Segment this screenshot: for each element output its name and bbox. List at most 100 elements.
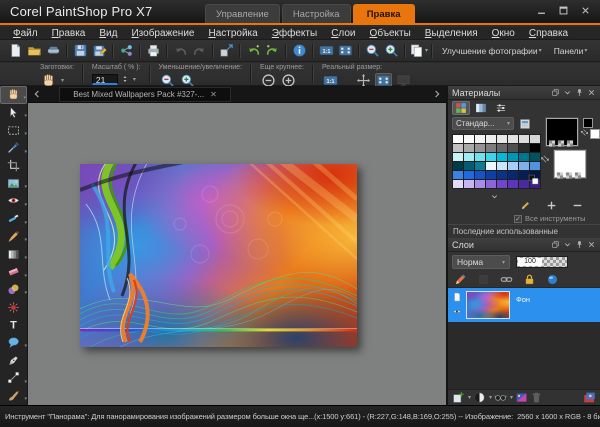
actual-size-button[interactable]: 1:1: [317, 42, 336, 60]
zoom-value-input[interactable]: 21: [91, 73, 118, 85]
swatch-5-0[interactable]: [453, 180, 463, 188]
chevron-down-icon[interactable]: ▾: [425, 47, 428, 54]
swatch-5-4[interactable]: [497, 180, 507, 188]
workspace-tab-Управление[interactable]: Управление: [205, 4, 280, 23]
chevron-down-icon[interactable]: ▾: [24, 273, 27, 279]
panel-restore-icon[interactable]: [551, 240, 560, 249]
chevron-down-icon[interactable]: ▾: [510, 394, 513, 401]
image-document[interactable]: [80, 164, 357, 347]
panel-close-icon[interactable]: [587, 240, 596, 249]
swatch-2-3[interactable]: [486, 153, 496, 161]
chevron-down-icon[interactable]: ▾: [133, 76, 136, 83]
menu-Окно[interactable]: Окно: [485, 27, 522, 40]
close-button[interactable]: [579, 5, 592, 16]
fg-pattern-button[interactable]: [566, 140, 574, 147]
panel-menu-icon[interactable]: [563, 88, 572, 97]
layer-styles-icon[interactable]: [583, 391, 596, 404]
swatch-category-select[interactable]: Стандар... ▾: [452, 117, 514, 130]
menu-Слои[interactable]: Слои: [324, 27, 362, 40]
swatch-1-7[interactable]: [530, 144, 540, 152]
tool-flood-fill[interactable]: ▾: [0, 245, 27, 263]
swatch-0-4[interactable]: [497, 135, 507, 143]
zoom-in-button[interactable]: [382, 42, 401, 60]
swatch-5-5[interactable]: [508, 180, 518, 188]
swatch-options-button[interactable]: [519, 118, 531, 130]
tool-crop[interactable]: [0, 157, 27, 175]
panel-restore-icon[interactable]: [551, 88, 560, 97]
script-undo-button[interactable]: [244, 42, 263, 60]
tool-text[interactable]: T: [0, 316, 27, 334]
more-swatches-icon[interactable]: [490, 192, 499, 201]
swatch-5-1[interactable]: [464, 180, 474, 188]
new-file-button[interactable]: [6, 42, 25, 60]
bg-pattern-button[interactable]: [574, 172, 582, 179]
bg-gradient-button[interactable]: [565, 172, 573, 179]
layer-effects-icon[interactable]: [546, 273, 559, 286]
chevron-down-icon[interactable]: ▾: [24, 379, 27, 385]
tool-pen[interactable]: [0, 351, 27, 369]
swatch-3-1[interactable]: [464, 162, 474, 170]
menu-Выделения[interactable]: Выделения: [418, 27, 485, 40]
edit-color-icon[interactable]: [520, 200, 531, 211]
swatch-1-6[interactable]: [519, 144, 529, 152]
link-layers-icon[interactable]: [500, 273, 513, 286]
workspace-tab-Настройка[interactable]: Настройка: [281, 4, 351, 23]
menu-Файл[interactable]: Файл: [6, 27, 45, 40]
swatch-2-5[interactable]: [508, 153, 518, 161]
swatch-1-2[interactable]: [475, 144, 485, 152]
swatch-1-5[interactable]: [508, 144, 518, 152]
chevron-down-icon[interactable]: ▾: [24, 343, 27, 349]
panel-menu-icon[interactable]: [563, 240, 572, 249]
swatch-0-6[interactable]: [519, 135, 529, 143]
sliders-tab[interactable]: [492, 101, 510, 115]
swatch-3-5[interactable]: [508, 162, 518, 170]
layer-thumbnail[interactable]: [466, 291, 510, 319]
recent-materials-section[interactable]: Последние использованные: [448, 224, 600, 238]
fg-gradient-button[interactable]: [557, 140, 565, 147]
chevron-down-icon[interactable]: ▾: [24, 237, 27, 243]
swatch-4-4[interactable]: [497, 171, 507, 179]
zoom-out-button[interactable]: [363, 42, 382, 60]
swatch-2-4[interactable]: [497, 153, 507, 161]
swatch-0-7[interactable]: [530, 135, 540, 143]
remove-swatch-icon[interactable]: [572, 200, 583, 211]
menu-Настройка[interactable]: Настройка: [201, 27, 264, 40]
swatch-4-1[interactable]: [464, 171, 474, 179]
menu-Эффекты[interactable]: Эффекты: [265, 27, 324, 40]
menu-Вид[interactable]: Вид: [92, 27, 124, 40]
chevron-down-icon[interactable]: ▾: [24, 113, 27, 119]
panel-pin-icon[interactable]: [575, 88, 584, 97]
panel-pin-icon[interactable]: [575, 240, 584, 249]
opacity-slider[interactable]: 100: [516, 256, 568, 268]
tool-eraser[interactable]: ▾: [0, 263, 27, 281]
tool-straighten[interactable]: ▾: [0, 174, 27, 192]
all-tools-checkbox[interactable]: ✓: [514, 214, 522, 223]
save-as-button[interactable]: [90, 42, 109, 60]
reset-black-white-icon[interactable]: [528, 174, 539, 185]
swatch-2-0[interactable]: [453, 153, 463, 161]
photo-fix-button[interactable]: Улучшение фотографии ▾: [436, 42, 548, 60]
tool-node-edit[interactable]: ▾: [0, 369, 27, 387]
swatch-3-6[interactable]: [519, 162, 529, 170]
chevron-down-icon[interactable]: ▾: [489, 394, 492, 401]
tool-pick[interactable]: ▾: [0, 104, 27, 122]
swatch-4-0[interactable]: [453, 171, 463, 179]
open-file-button[interactable]: [25, 42, 44, 60]
swatch-3-4[interactable]: [497, 162, 507, 170]
swatch-3-3[interactable]: [486, 162, 496, 170]
image-information-button[interactable]: [290, 42, 309, 60]
save-button[interactable]: [71, 42, 90, 60]
swatch-2-1[interactable]: [464, 153, 474, 161]
swatches-tab[interactable]: [452, 101, 470, 115]
tab-scroll-left-icon[interactable]: [31, 88, 43, 100]
zoom-spinner[interactable]: [121, 73, 129, 85]
swatch-1-4[interactable]: [497, 144, 507, 152]
script-redo-button[interactable]: [263, 42, 282, 60]
chevron-down-icon[interactable]: ▾: [24, 184, 27, 190]
swatch-2-2[interactable]: [475, 153, 485, 161]
chevron-down-icon[interactable]: ▾: [24, 202, 27, 208]
swatch-4-2[interactable]: [475, 171, 485, 179]
share-button[interactable]: [117, 42, 136, 60]
fit-to-window-button[interactable]: [336, 42, 355, 60]
swatch-5-2[interactable]: [475, 180, 485, 188]
